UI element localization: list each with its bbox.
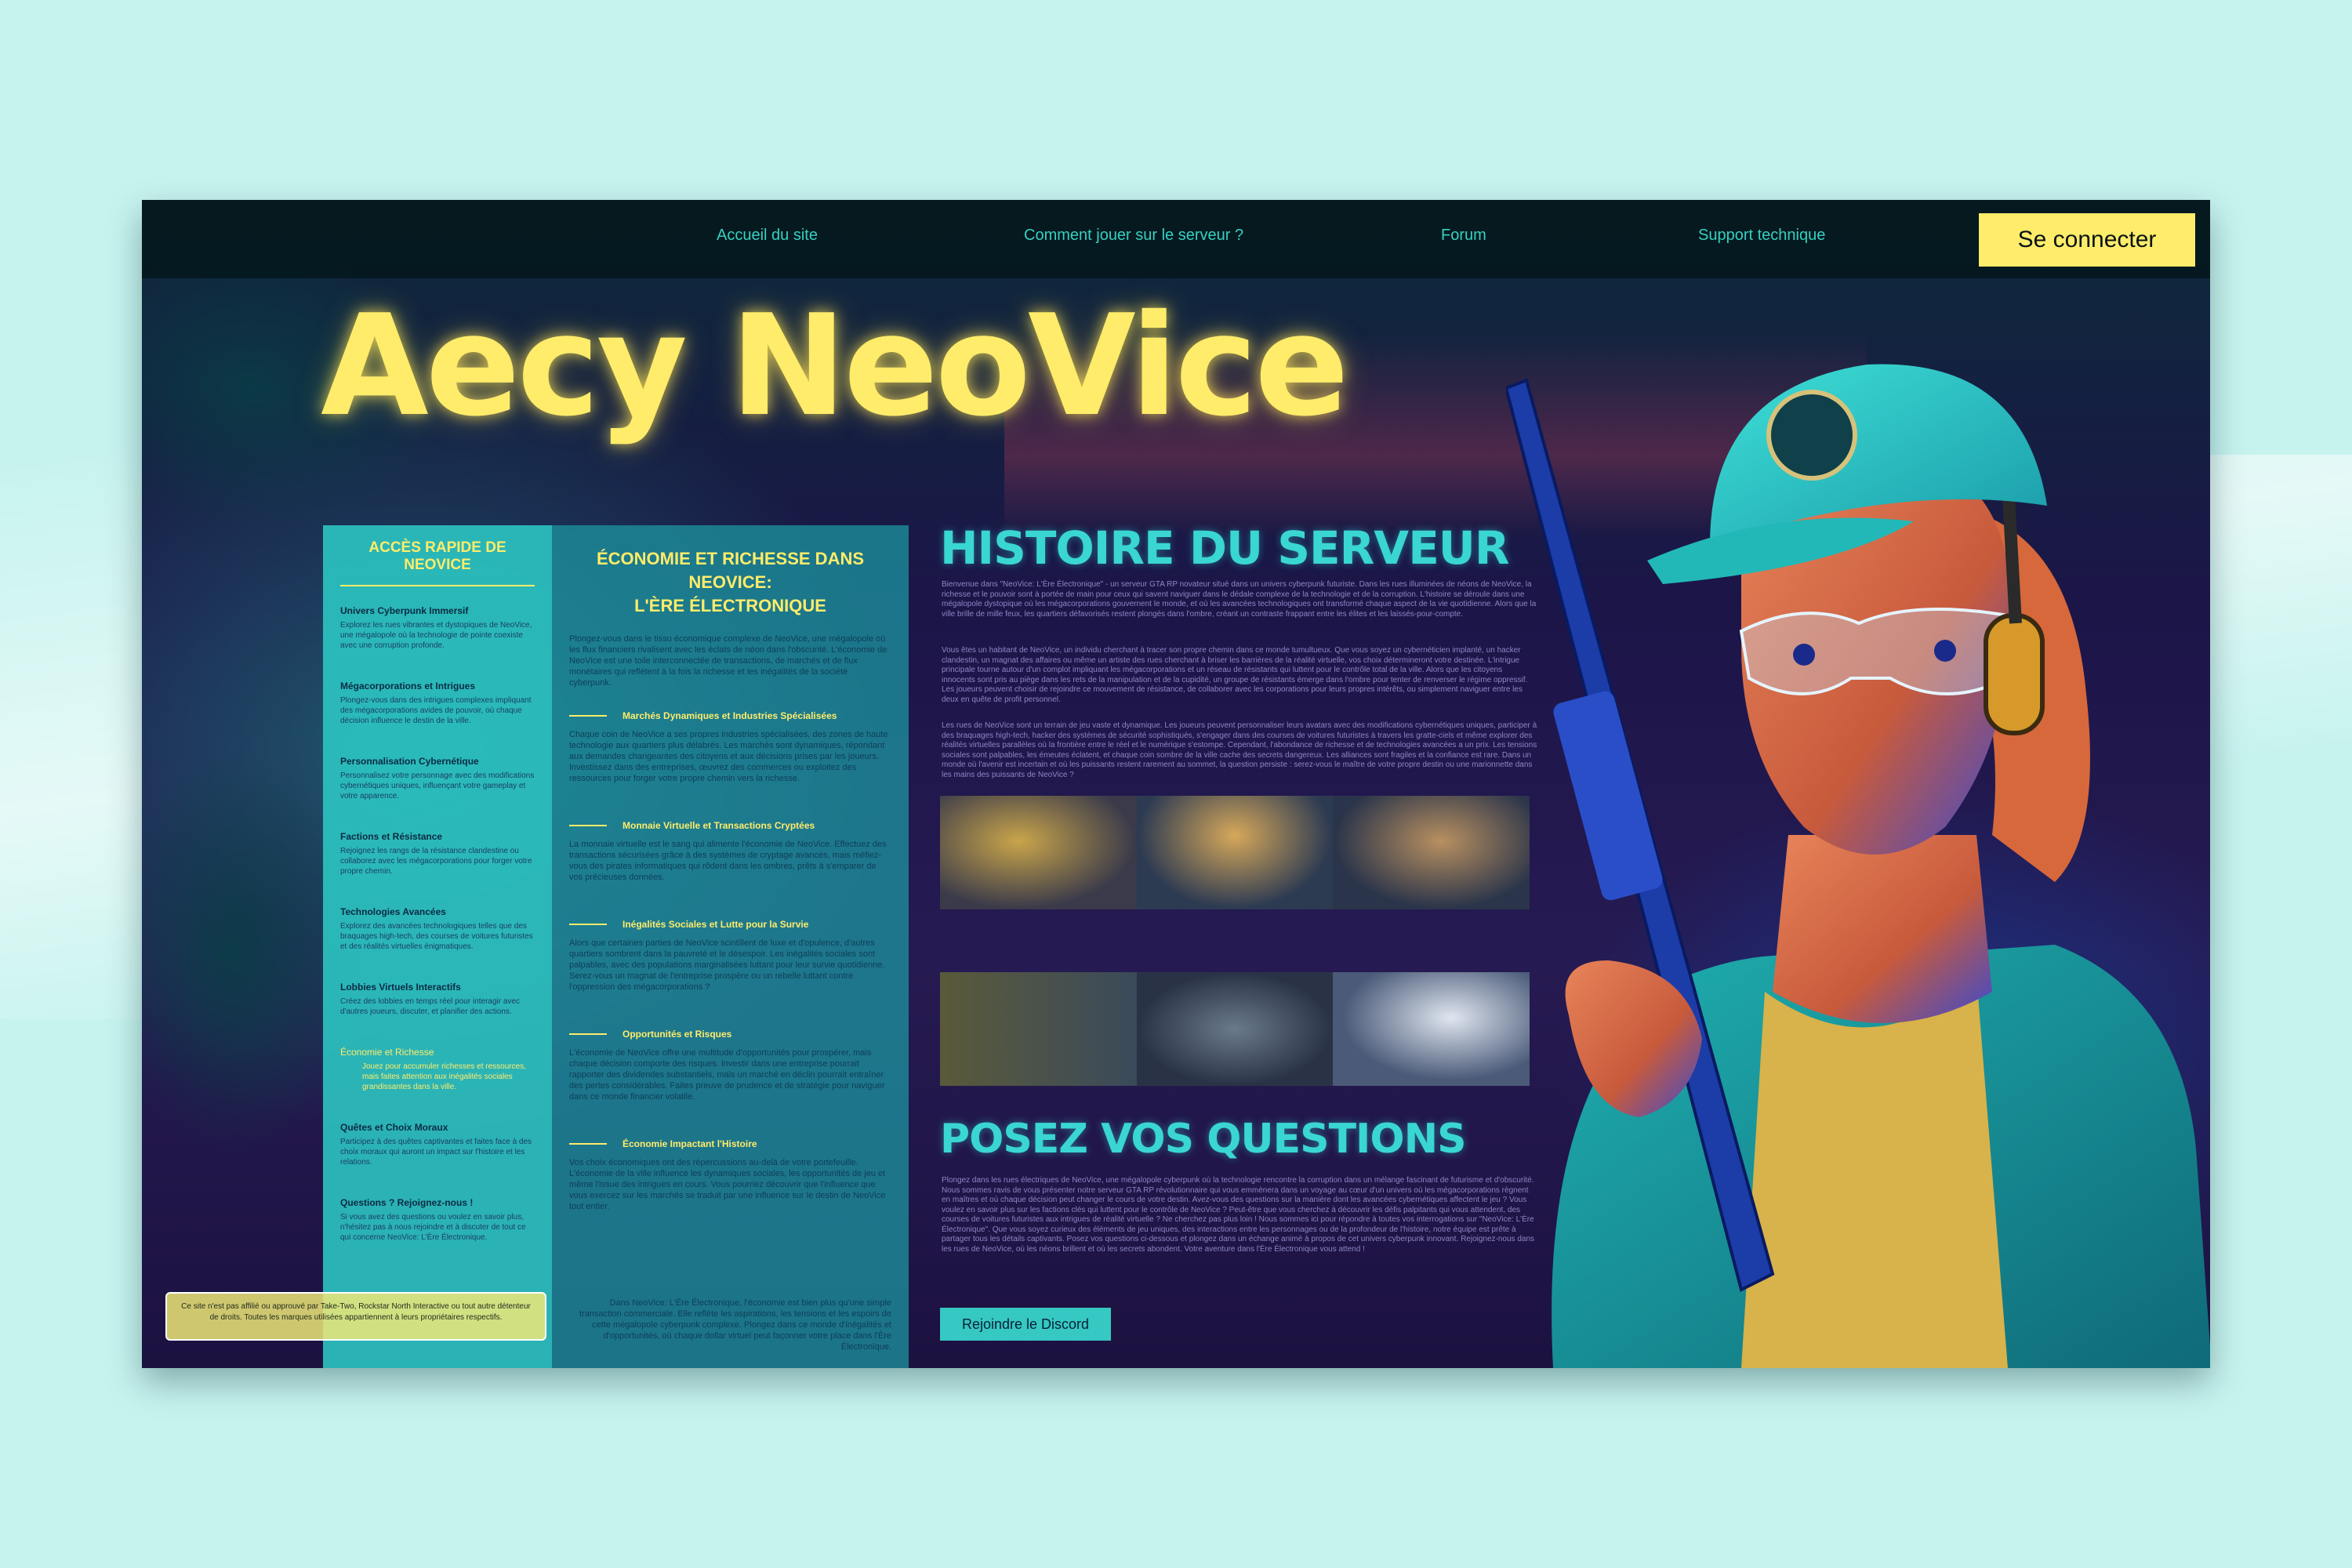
economy-title-line1: ÉCONOMIE ET RICHESSE DANS NEOVICE: — [596, 549, 865, 592]
economy-section: Économie Impactant l'Histoire Vos choix … — [569, 1138, 891, 1212]
quick-access-item-text: Plongez-vous dans des intrigues complexe… — [340, 696, 532, 725]
quick-access-title: ACCÈS RAPIDE DE NEOVICE — [340, 539, 535, 586]
site-logo-title: Aecy NeoVice — [321, 285, 1349, 447]
quick-access-item[interactable]: Lobbies Virtuels Interactifs Créez des l… — [340, 982, 535, 1017]
economy-section-text: Chaque coin de NeoVice a ses propres ind… — [569, 730, 888, 783]
login-button[interactable]: Se connecter — [1979, 213, 2195, 267]
questions-paragraph: Plongez dans les rues électriques de Neo… — [942, 1176, 1535, 1254]
economy-section-title: Inégalités Sociales et Lutte pour la Sur… — [622, 919, 809, 930]
economy-intro: Plongez-vous dans le tissu économique co… — [569, 634, 887, 688]
section-divider — [569, 1033, 607, 1035]
economy-panel: ÉCONOMIE ET RICHESSE DANS NEOVICE: L'ÈRE… — [552, 525, 909, 1368]
quick-access-item-title: Mégacorporations et Intrigues — [340, 681, 476, 691]
quick-access-item-title: Questions ? Rejoignez-nous ! — [340, 1197, 474, 1208]
section-divider — [569, 924, 607, 925]
economy-section: Inégalités Sociales et Lutte pour la Sur… — [569, 919, 891, 993]
economy-section: Opportunités et Risques L'économie de Ne… — [569, 1029, 891, 1102]
gameplay-image — [1136, 796, 1334, 909]
quick-access-item[interactable]: Personnalisation Cybernétique Personnali… — [340, 756, 535, 801]
section-divider — [569, 715, 607, 717]
quick-access-item-title: Personnalisation Cybernétique — [340, 756, 479, 767]
economy-title: ÉCONOMIE ET RICHESSE DANS NEOVICE: L'ÈRE… — [569, 547, 891, 618]
nav-link-home[interactable]: Accueil du site — [717, 227, 818, 245]
gameplay-image — [1333, 972, 1530, 1086]
gameplay-image — [940, 796, 1137, 909]
gameplay-image-strip — [940, 796, 1530, 909]
quick-access-item-text: Si vous avez des questions ou voulez en … — [340, 1213, 526, 1242]
economy-section-title: Opportunités et Risques — [622, 1029, 732, 1040]
gameplay-image-strip — [940, 972, 1530, 1086]
quick-access-item-title: Technologies Avancées — [340, 906, 446, 917]
economy-section-text: Alors que certaines parties de NeoVice s… — [569, 938, 885, 992]
gameplay-image — [1136, 972, 1334, 1086]
quick-access-item-title: Factions et Résistance — [340, 831, 443, 842]
quick-access-item-active[interactable]: Économie et Richesse Jouez pour accumule… — [340, 1047, 535, 1092]
quick-access-item-text: Créez des lobbies en temps réel pour int… — [340, 997, 521, 1016]
economy-section-text: L'économie de NeoVice offre une multitud… — [569, 1048, 885, 1102]
discord-button[interactable]: Rejoindre le Discord — [940, 1308, 1111, 1341]
economy-section-text: Vos choix économiques ont des répercussi… — [569, 1158, 886, 1211]
top-navigation: Accueil du site Comment jouer sur le ser… — [142, 200, 2210, 278]
hero-character-illustration — [1506, 364, 2210, 1368]
nav-link-support[interactable]: Support technique — [1698, 227, 1825, 245]
quick-access-item-title: Univers Cyberpunk Immersif — [340, 605, 469, 616]
gameplay-image — [940, 972, 1137, 1086]
questions-title: POSEZ VOS QUESTIONS — [940, 1116, 1467, 1163]
economy-section-title: Économie Impactant l'Histoire — [622, 1138, 757, 1149]
economy-section-title: Marchés Dynamiques et Industries Spécial… — [622, 710, 837, 721]
economy-section-title: Monnaie Virtuelle et Transactions Crypté… — [622, 820, 815, 831]
quick-access-item[interactable]: Univers Cyberpunk Immersif Explorez les … — [340, 605, 535, 651]
legal-disclaimer: Ce site n'est pas affilié ou approuvé pa… — [165, 1292, 546, 1341]
quick-access-item[interactable]: Questions ? Rejoignez-nous ! Si vous ave… — [340, 1197, 535, 1243]
quick-access-item[interactable]: Quêtes et Choix Moraux Participez à des … — [340, 1122, 535, 1167]
quick-access-item-title: Économie et Richesse — [340, 1047, 434, 1058]
website-screenshot: Accueil du site Comment jouer sur le ser… — [142, 200, 2210, 1368]
quick-access-item-text: Explorez des avancées technologiques tel… — [340, 922, 533, 951]
quick-access-panel: ACCÈS RAPIDE DE NEOVICE Univers Cyberpun… — [323, 525, 552, 1368]
quick-access-item-text: Jouez pour accumuler richesses et ressou… — [362, 1062, 526, 1091]
quick-access-item-text: Rejoignez les rangs de la résistance cla… — [340, 847, 532, 876]
history-paragraph-1: Bienvenue dans "NeoVice: L'Ère Électroni… — [942, 580, 1537, 619]
history-title: HISTOIRE DU SERVEUR — [940, 521, 1510, 575]
quick-access-item-title: Lobbies Virtuels Interactifs — [340, 982, 461, 993]
history-paragraph-2: Vous êtes un habitant de NeoVice, un ind… — [942, 646, 1528, 704]
economy-section: Marchés Dynamiques et Industries Spécial… — [569, 710, 891, 784]
quick-access-item[interactable]: Mégacorporations et Intrigues Plongez-vo… — [340, 681, 535, 726]
economy-section-text: La monnaie virtuelle est le sang qui ali… — [569, 840, 887, 882]
economy-section: Monnaie Virtuelle et Transactions Crypté… — [569, 820, 891, 883]
nav-link-forum[interactable]: Forum — [1441, 227, 1486, 245]
quick-access-item[interactable]: Factions et Résistance Rejoignez les ran… — [340, 831, 535, 877]
history-paragraph-3: Les rues de NeoVice sont un terrain de j… — [942, 721, 1537, 779]
section-divider — [569, 825, 607, 826]
quick-access-item[interactable]: Technologies Avancées Explorez des avanc… — [340, 906, 535, 952]
quick-access-item-text: Personnalisez votre personnage avec des … — [340, 771, 535, 800]
nav-link-how-to-play[interactable]: Comment jouer sur le serveur ? — [1024, 227, 1243, 245]
quick-access-item-text: Explorez les rues vibrantes et dystopiqu… — [340, 621, 532, 650]
economy-outro: Dans NeoVice: L'Ère Électronique, l'écon… — [579, 1298, 891, 1352]
quick-access-item-title: Quêtes et Choix Moraux — [340, 1122, 448, 1133]
economy-title-line2: L'ÈRE ÉLECTRONIQUE — [634, 596, 826, 615]
quick-access-item-text: Participez à des quêtes captivantes et f… — [340, 1138, 532, 1167]
section-divider — [569, 1143, 607, 1145]
gameplay-image — [1333, 796, 1530, 909]
